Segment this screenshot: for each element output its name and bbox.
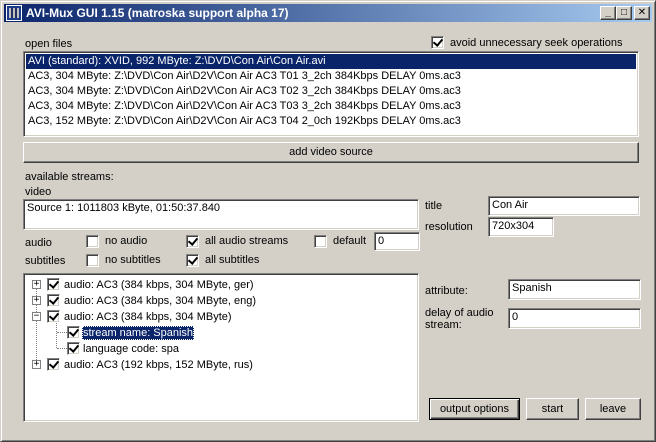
video-label: video xyxy=(25,186,52,198)
window-title: AVI-Mux GUI 1.15 (matroska support alpha… xyxy=(26,6,289,20)
close-icon: ✕ xyxy=(637,7,647,18)
no-subtitles-label[interactable]: no subtitles xyxy=(105,254,161,266)
avoid-seek-checkbox[interactable] xyxy=(431,36,444,49)
minimize-button[interactable]: _ xyxy=(600,6,616,20)
streams-tree[interactable]: + audio: AC3 (384 kbps, 304 MByte, ger) … xyxy=(23,273,419,422)
tree-connector xyxy=(56,320,57,348)
all-audio-label[interactable]: all audio streams xyxy=(205,235,288,247)
list-item[interactable]: AC3, 304 MByte: Z:\DVD\Con Air\D2V\Con A… xyxy=(26,84,636,99)
close-button[interactable]: ✕ xyxy=(634,6,650,20)
delay-label-line1: delay of audio xyxy=(425,307,494,319)
video-source-field[interactable]: Source 1: 1011803 kByte, 01:50:37.840 xyxy=(23,199,419,230)
tree-item-checkbox[interactable] xyxy=(47,310,60,323)
title-input[interactable]: Con Air xyxy=(488,196,640,216)
resolution-input[interactable]: 720x304 xyxy=(488,217,554,237)
title-bar[interactable]: AVI-Mux GUI 1.15 (matroska support alpha… xyxy=(4,4,652,22)
minimize-icon: _ xyxy=(605,7,611,18)
main-window: AVI-Mux GUI 1.15 (matroska support alpha… xyxy=(0,0,656,442)
audio-label: audio xyxy=(25,237,52,249)
list-item[interactable]: AC3, 304 MByte: Z:\DVD\Con Air\D2V\Con A… xyxy=(26,69,636,84)
tree-item-label[interactable]: audio: AC3 (192 kbps, 152 MByte, rus) xyxy=(63,358,254,372)
all-subtitles-label[interactable]: all subtitles xyxy=(205,254,259,266)
tree-item-label[interactable]: language code: spa xyxy=(82,342,180,356)
attribute-label: attribute: xyxy=(425,285,468,297)
delay-input[interactable]: 0 xyxy=(508,308,641,329)
default-label[interactable]: default xyxy=(333,235,366,247)
default-input[interactable]: 0 xyxy=(374,232,420,251)
tree-item-checkbox[interactable] xyxy=(47,358,60,371)
expand-icon[interactable]: + xyxy=(32,360,41,369)
maximize-button[interactable]: □ xyxy=(616,6,632,20)
add-video-source-button[interactable]: add video source xyxy=(23,142,639,163)
list-item[interactable]: AVI (standard): XVID, 992 MByte: Z:\DVD\… xyxy=(26,54,636,69)
avoid-seek-label[interactable]: avoid unnecessary seek operations xyxy=(450,37,622,49)
list-item[interactable]: AC3, 304 MByte: Z:\DVD\Con Air\D2V\Con A… xyxy=(26,99,636,114)
collapse-icon[interactable]: − xyxy=(32,312,41,321)
tree-item-label[interactable]: audio: AC3 (384 kbps, 304 MByte, eng) xyxy=(63,294,257,308)
all-subtitles-checkbox[interactable] xyxy=(186,254,199,267)
tree-item-checkbox[interactable] xyxy=(47,294,60,307)
app-icon xyxy=(6,5,22,21)
no-subtitles-checkbox[interactable] xyxy=(86,254,99,267)
tree-item-checkbox[interactable] xyxy=(67,342,80,355)
all-audio-checkbox[interactable] xyxy=(186,235,199,248)
tree-item-label[interactable]: stream name: Spanish xyxy=(82,326,195,340)
tree-item-label[interactable]: audio: AC3 (384 kbps, 304 MByte, ger) xyxy=(63,278,255,292)
tree-item-checkbox[interactable] xyxy=(67,326,80,339)
no-audio-label[interactable]: no audio xyxy=(105,235,147,247)
maximize-icon: □ xyxy=(620,7,628,18)
list-item[interactable]: AC3, 152 MByte: Z:\DVD\Con Air\D2V\Con A… xyxy=(26,114,636,129)
start-button[interactable]: start xyxy=(526,398,579,420)
no-audio-checkbox[interactable] xyxy=(86,235,99,248)
delay-label-line2: stream: xyxy=(425,319,462,331)
attribute-input[interactable]: Spanish xyxy=(508,279,641,300)
expand-icon[interactable]: + xyxy=(32,280,41,289)
tree-item-checkbox[interactable] xyxy=(47,278,60,291)
default-checkbox[interactable] xyxy=(314,235,327,248)
output-options-button[interactable]: output options xyxy=(429,398,520,420)
subtitles-label: subtitles xyxy=(25,255,66,267)
open-files-list[interactable]: AVI (standard): XVID, 992 MByte: Z:\DVD\… xyxy=(23,51,639,137)
tree-item-label[interactable]: audio: AC3 (384 kbps, 304 MByte) xyxy=(63,310,233,324)
expand-icon[interactable]: + xyxy=(32,296,41,305)
tree-connector xyxy=(57,348,67,349)
available-streams-label: available streams: xyxy=(25,171,114,183)
resolution-label: resolution xyxy=(425,221,473,233)
open-files-label: open files xyxy=(25,38,73,50)
title-label: title xyxy=(425,200,443,212)
leave-button[interactable]: leave xyxy=(585,398,641,420)
tree-connector xyxy=(57,332,67,333)
